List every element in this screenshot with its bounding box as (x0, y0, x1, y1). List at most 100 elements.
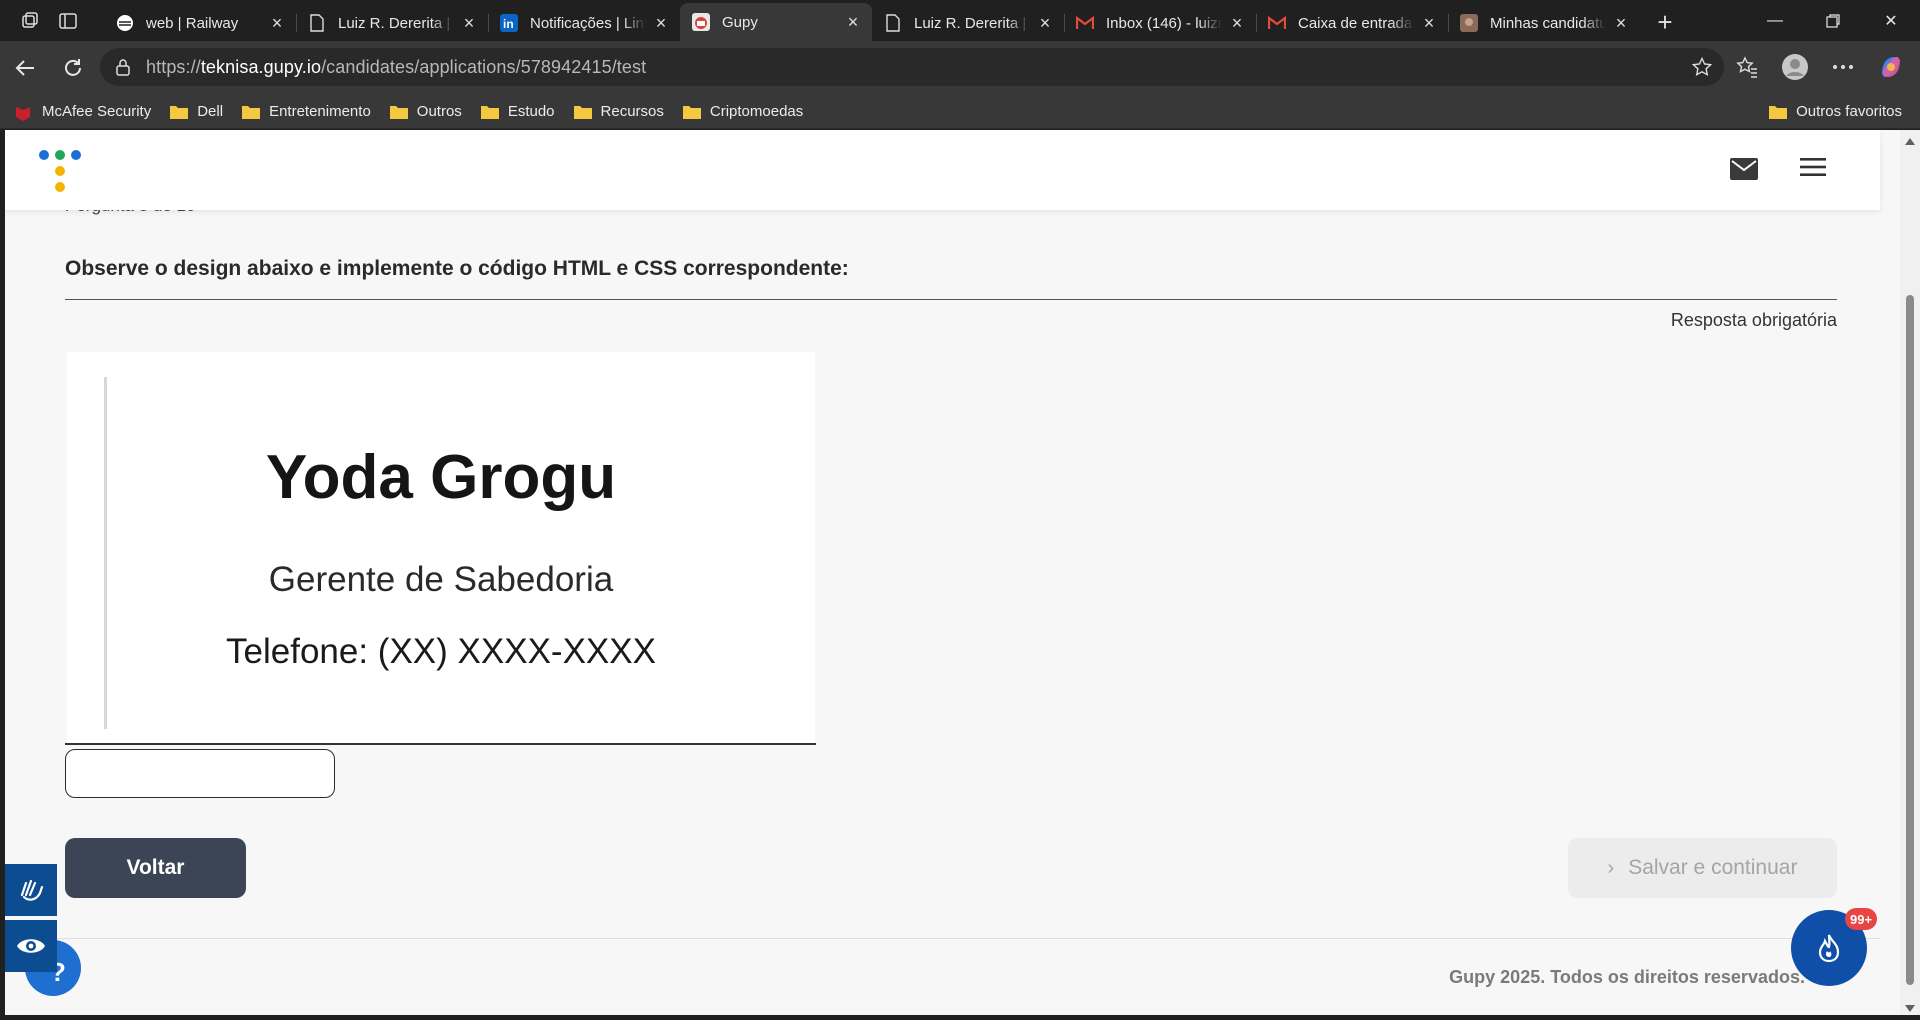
window-bottom-edge (0, 1015, 1920, 1020)
tab-caixa-entrada[interactable]: Caixa de entrada × (1256, 5, 1448, 41)
document-icon (308, 14, 326, 32)
image-left-border (104, 377, 107, 729)
flame-icon (1818, 934, 1840, 963)
workspaces-icon[interactable] (18, 9, 42, 33)
close-tab-icon[interactable]: × (1228, 14, 1246, 32)
tab-luiz-2[interactable]: Luiz R. Dererita | D × (872, 5, 1064, 41)
favorites-icon[interactable] (1732, 52, 1762, 82)
bookmark-dell[interactable]: Dell (169, 103, 223, 120)
back-arrow-icon[interactable] (10, 53, 40, 83)
close-window-icon[interactable]: ✕ (1862, 0, 1920, 41)
question-divider (65, 299, 1837, 300)
reload-icon[interactable] (58, 53, 88, 83)
scroll-up-arrow-icon[interactable] (1905, 138, 1915, 145)
bookmarks-bar: McAfee Security Dell Entretenimento Outr… (0, 95, 1920, 129)
scrollbar-thumb[interactable] (1906, 295, 1914, 985)
folder-icon (1768, 104, 1788, 120)
mail-icon[interactable] (1730, 158, 1758, 182)
favorite-star-icon[interactable] (1691, 56, 1713, 77)
gmail-icon (1268, 14, 1286, 32)
linkedin-icon: in (500, 14, 518, 32)
bookmark-criptomoedas[interactable]: Criptomoedas (682, 103, 803, 120)
tab-title: Luiz R. Dererita | D (914, 14, 1030, 32)
close-tab-icon[interactable]: × (844, 13, 862, 31)
card-name: Yoda Grogu (265, 443, 617, 512)
gupy-photo-icon (1460, 14, 1478, 32)
profile-avatar-icon[interactable] (1780, 52, 1810, 82)
minimize-icon[interactable]: — (1746, 0, 1804, 41)
close-tab-icon[interactable]: × (1612, 14, 1630, 32)
close-tab-icon[interactable]: × (652, 14, 670, 32)
url-text[interactable]: https://teknisa.gupy.io/candidates/appli… (146, 57, 646, 78)
page-scrollbar[interactable] (1900, 130, 1920, 1020)
question-title: Observe o design abaixo e implemente o c… (65, 257, 849, 280)
close-tab-icon[interactable]: × (1420, 14, 1438, 32)
chevron-right-icon: › (1607, 856, 1615, 879)
copilot-icon[interactable] (1876, 52, 1906, 82)
save-continue-button[interactable]: › Salvar e continuar (1568, 838, 1837, 898)
folder-icon (241, 104, 261, 120)
bookmark-outros[interactable]: Outros (389, 103, 462, 120)
site-info-icon[interactable] (114, 58, 132, 76)
folder-icon (480, 104, 500, 120)
notification-badge: 99+ (1845, 908, 1878, 930)
folder-icon (573, 104, 593, 120)
bookmark-estudo[interactable]: Estudo (480, 103, 555, 120)
close-tab-icon[interactable]: × (460, 14, 478, 32)
gmail-icon (1076, 14, 1094, 32)
new-tab-button[interactable]: + (1646, 3, 1684, 41)
vertical-tabs-icon[interactable] (56, 9, 80, 33)
bookmark-entretenimento[interactable]: Entretenimento (241, 103, 371, 120)
folder-icon (682, 104, 702, 120)
toolbar-right (1732, 52, 1906, 82)
answer-input[interactable] (65, 749, 335, 798)
bookmark-outros-favoritos[interactable]: Outros favoritos (1768, 103, 1902, 120)
card-role: Gerente de Sabedoria (268, 560, 614, 599)
card-phone: Telefone: (XX) XXXX-XXXX (226, 632, 656, 671)
design-reference-image: Yoda Grogu Gerente de Sabedoria Telefone… (67, 352, 815, 744)
tab-gupy[interactable]: Gupy × (680, 3, 872, 41)
close-tab-icon[interactable]: × (268, 14, 286, 32)
browser-tab-bar: web | Railway × Luiz R. Dererita | D × i… (0, 0, 1920, 41)
scroll-down-arrow-icon[interactable] (1905, 1005, 1915, 1012)
close-tab-icon[interactable]: × (1036, 14, 1054, 32)
document-icon (884, 14, 902, 32)
svg-text:in: in (503, 17, 514, 31)
page-viewport: Pergunta 5 de 10 Observe o design abaixo… (5, 130, 1900, 1015)
tab-luiz-1[interactable]: Luiz R. Dererita | D × (296, 5, 488, 41)
accessibility-toolbar (5, 864, 57, 972)
tab-linkedin[interactable]: in Notificações | LinkedIn × (488, 5, 680, 41)
back-button[interactable]: Voltar (65, 838, 246, 898)
hamburger-menu-icon[interactable] (1800, 157, 1826, 183)
sign-language-icon[interactable] (5, 864, 57, 916)
address-bar[interactable]: https://teknisa.gupy.io/candidates/appli… (100, 48, 1724, 86)
required-answer-label: Resposta obrigatória (1670, 310, 1837, 330)
folder-icon (169, 104, 189, 120)
footer-divider (5, 938, 1880, 939)
bookmark-recursos[interactable]: Recursos (573, 103, 664, 120)
tab-title: Minhas candidaturas (1490, 14, 1606, 32)
bookmark-mcafee[interactable]: McAfee Security (14, 103, 151, 121)
mcafee-icon (14, 104, 34, 121)
tab-minhas-candidaturas[interactable]: Minhas candidaturas × (1448, 5, 1640, 41)
tab-inbox[interactable]: Inbox (146) - luizr × (1064, 5, 1256, 41)
railway-icon (116, 14, 134, 32)
site-header (5, 130, 1880, 210)
more-options-icon[interactable] (1828, 52, 1858, 82)
visibility-eye-icon[interactable] (5, 920, 57, 972)
restore-icon[interactable] (1804, 0, 1862, 41)
gupy-icon (692, 13, 710, 31)
tab-controls (0, 9, 104, 33)
folder-icon (389, 104, 409, 120)
tab-title: web | Railway (146, 14, 239, 32)
window-controls: — ✕ (1746, 0, 1920, 41)
save-continue-label: Salvar e continuar (1628, 856, 1798, 879)
gupy-logo[interactable] (39, 150, 87, 194)
tab-title: Inbox (146) - luizr (1106, 14, 1222, 32)
tab-title: Notificações | LinkedIn (530, 14, 646, 32)
tab-strip: web | Railway × Luiz R. Dererita | D × i… (104, 0, 1684, 41)
tab-title: Caixa de entrada (1298, 14, 1413, 32)
footer-copyright: Gupy 2025. Todos os direitos reservados.… (1449, 967, 1845, 987)
tab-title: Luiz R. Dererita | D (338, 14, 454, 32)
tab-railway[interactable]: web | Railway × (104, 5, 296, 41)
